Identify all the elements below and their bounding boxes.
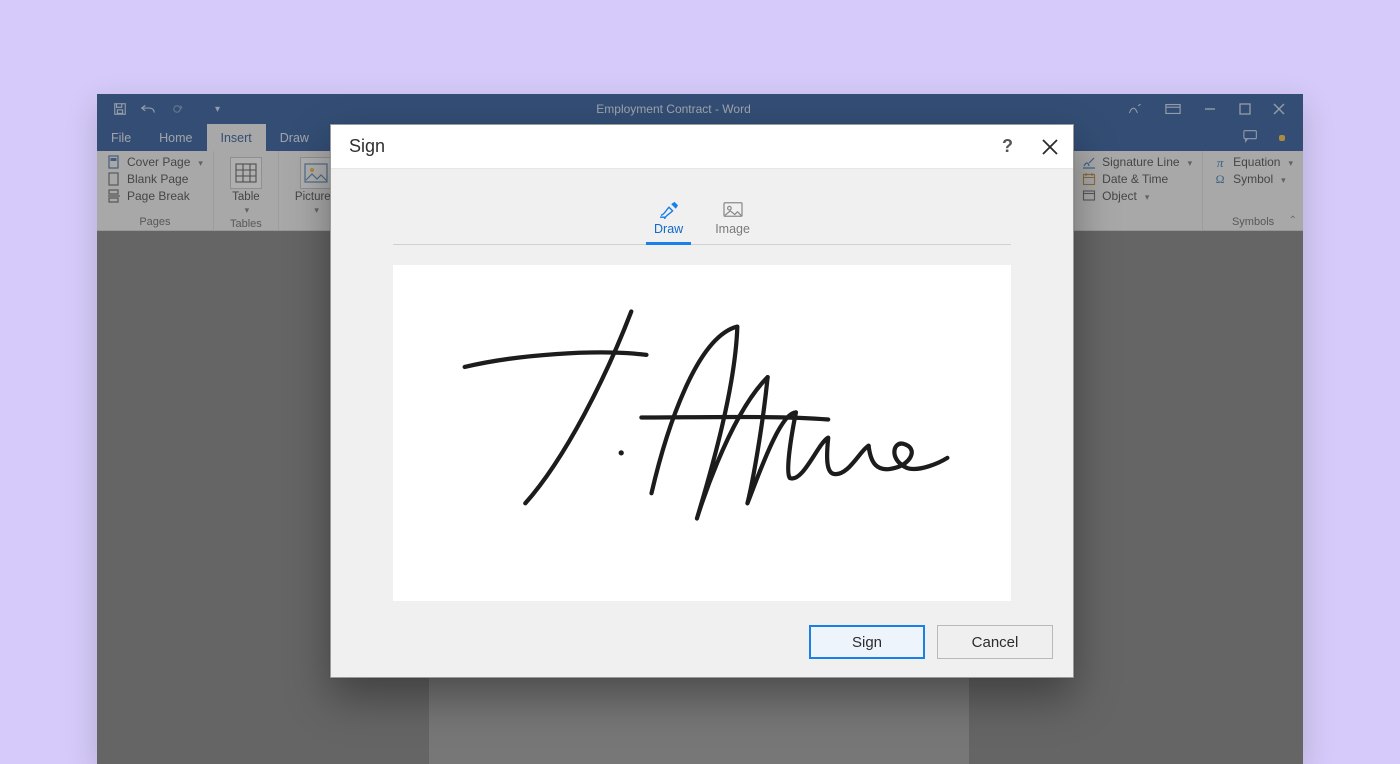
ribbon-group-text: Signature Line Date & Time Object (1072, 151, 1203, 230)
cmd-date-time[interactable]: Date & Time (1082, 172, 1192, 186)
cmd-page-break-label: Page Break (127, 189, 190, 203)
ribbon-group-pages-label: Pages (107, 214, 203, 228)
sign-dialog: Sign ? Draw Image (330, 124, 1074, 678)
dialog-tabs: Draw Image (393, 195, 1011, 245)
tab-draw[interactable]: Draw (650, 195, 687, 244)
quick-access-toolbar: ▾ (97, 102, 220, 116)
cmd-cover-page[interactable]: Cover Page (107, 155, 203, 169)
cmd-object[interactable]: Object (1082, 189, 1192, 203)
tab-draw-label: Draw (654, 222, 683, 236)
menu-draw[interactable]: Draw (266, 124, 323, 151)
pictures-icon (300, 157, 332, 189)
tab-image-label: Image (715, 222, 750, 236)
cmd-date-time-label: Date & Time (1102, 172, 1168, 186)
redo-icon[interactable] (169, 102, 185, 116)
cmd-symbol-label: Symbol (1233, 172, 1273, 186)
titlebar: ▾ Employment Contract - Word (97, 94, 1303, 124)
cmd-page-break[interactable]: Page Break (107, 189, 203, 203)
cmd-equation[interactable]: π Equation (1213, 155, 1293, 169)
notification-dot-icon (1279, 135, 1285, 141)
dialog-titlebar: Sign ? (331, 125, 1073, 169)
touch-mode-icon[interactable] (1127, 102, 1143, 116)
dialog-title: Sign (349, 136, 1002, 157)
cmd-blank-page-label: Blank Page (127, 172, 188, 186)
ribbon-display-icon[interactable] (1165, 103, 1181, 115)
menu-home[interactable]: Home (145, 124, 206, 151)
dialog-close-icon[interactable] (1041, 138, 1059, 156)
ribbon-group-symbols-label: Symbols (1213, 214, 1293, 228)
undo-icon[interactable] (139, 102, 157, 116)
cmd-signature-line-label: Signature Line (1102, 155, 1179, 169)
menu-file[interactable]: File (97, 124, 145, 151)
menu-insert[interactable]: Insert (207, 124, 266, 151)
ribbon-group-tables-label: Tables (224, 216, 268, 230)
save-icon[interactable] (113, 102, 127, 116)
cmd-symbol[interactable]: Ω Symbol (1213, 172, 1293, 186)
draw-icon (658, 201, 680, 219)
cmd-blank-page[interactable]: Blank Page (107, 172, 203, 186)
signature-canvas[interactable] (393, 265, 1011, 601)
ribbon-group-tables: Table Tables (214, 151, 279, 230)
comments-icon[interactable] (1243, 129, 1259, 146)
table-icon (230, 157, 262, 189)
cmd-table[interactable]: Table (224, 155, 268, 216)
cmd-cover-page-label: Cover Page (127, 155, 190, 169)
minimize-icon[interactable] (1203, 102, 1217, 116)
help-icon[interactable]: ? (1002, 136, 1013, 157)
image-icon (722, 201, 744, 219)
sign-button[interactable]: Sign (809, 625, 925, 659)
cmd-table-label: Table (232, 191, 260, 203)
maximize-icon[interactable] (1239, 103, 1251, 115)
dialog-buttons: Sign Cancel (331, 611, 1073, 677)
window-title: Employment Contract - Word (220, 102, 1127, 116)
ribbon-collapse-icon[interactable]: ⌃ (1289, 215, 1297, 226)
ribbon-group-pages: Cover Page Blank Page Page Break Pages (97, 151, 214, 230)
cmd-object-label: Object (1102, 189, 1137, 203)
dialog-body: Draw Image (331, 169, 1073, 611)
close-icon[interactable] (1273, 103, 1285, 115)
signature-stroke (394, 266, 1010, 605)
tab-image[interactable]: Image (711, 195, 754, 244)
titlebar-right (1127, 102, 1303, 116)
cmd-signature-line[interactable]: Signature Line (1082, 155, 1192, 169)
cancel-button[interactable]: Cancel (937, 625, 1053, 659)
cmd-equation-label: Equation (1233, 155, 1280, 169)
